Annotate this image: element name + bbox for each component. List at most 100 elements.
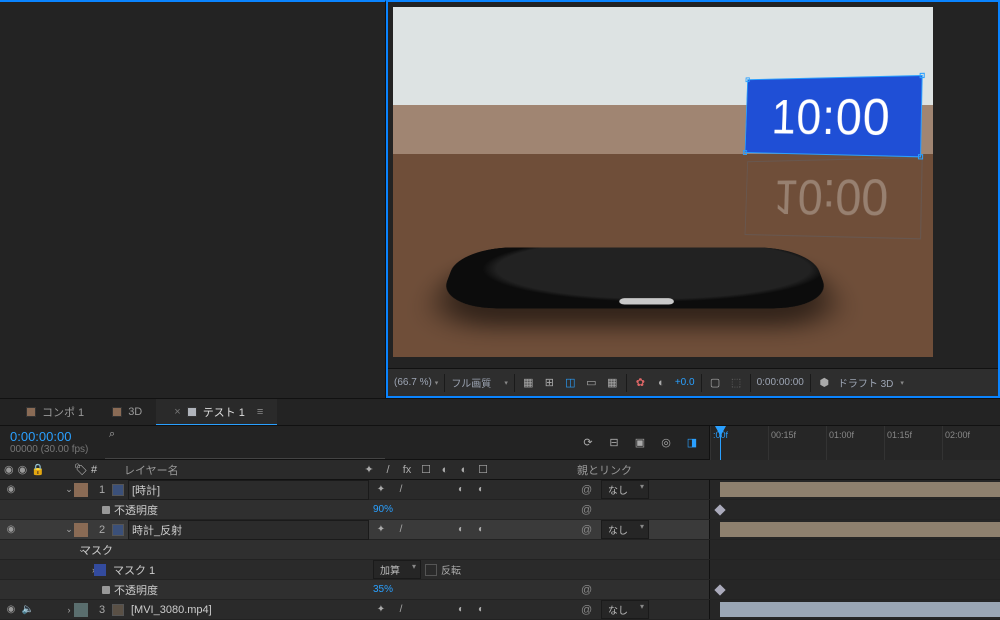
opacity-value[interactable]: 35% <box>373 584 393 595</box>
audio-icon[interactable]: 🔈 <box>21 603 35 617</box>
preview-canvas[interactable]: 10:00 10:00 <box>388 2 998 368</box>
lock-column-icon[interactable]: 🔒 <box>31 463 45 476</box>
zoom-dropdown[interactable]: (66.7 %)▾ <box>394 377 438 388</box>
switch-collapse[interactable]: / <box>393 603 409 616</box>
tab-3d[interactable]: 3D <box>98 399 156 425</box>
exposure-reset-icon[interactable]: ◐ <box>654 375 669 390</box>
parent-column[interactable]: 親とリンク <box>571 462 703 478</box>
transparency-icon[interactable]: ▦ <box>605 375 620 390</box>
mask-name[interactable]: マスク 1 <box>110 561 369 579</box>
visibility-icon[interactable]: ◉ <box>4 523 18 537</box>
keyframe-icon[interactable] <box>714 504 725 515</box>
switch-adjust[interactable]: ◐ <box>473 603 489 616</box>
switch-col-adjust[interactable]: ◐ <box>456 463 472 476</box>
renderer-dropdown[interactable]: ドラフト 3D▾ <box>838 375 904 390</box>
switch-col-frameblend[interactable]: ☐ <box>418 463 434 476</box>
stopwatch-icon[interactable] <box>102 506 110 514</box>
twirl-down-icon[interactable]: ⌄ <box>64 544 78 555</box>
parent-dropdown[interactable]: なし <box>601 600 649 619</box>
show-snapshot-icon[interactable]: ⬚ <box>729 375 744 390</box>
opacity-value[interactable]: 90% <box>373 504 393 515</box>
twirl-down-icon[interactable]: ⌄ <box>64 484 74 495</box>
keyframe-icon[interactable] <box>714 584 725 595</box>
switch-col-collapse[interactable]: / <box>380 463 396 476</box>
playhead[interactable] <box>720 426 721 460</box>
switch-adjust[interactable]: ◐ <box>473 523 489 536</box>
graph-editor-icon[interactable]: ◎ <box>657 434 675 452</box>
region-icon[interactable]: ▭ <box>584 375 599 390</box>
clock-layer[interactable]: 10:00 <box>745 75 923 157</box>
layer-search[interactable]: ⌕ <box>105 426 385 459</box>
handle-bl[interactable] <box>743 150 747 155</box>
layer-row[interactable]: ◉ ⌄ 1 [時計] ✦ / ◐ ◐ @ なし <box>0 480 1000 500</box>
pickwhip-icon[interactable]: @ <box>581 604 595 616</box>
switch-shy[interactable]: ✦ <box>373 603 389 616</box>
mask-toggle-icon[interactable]: ◫ <box>563 375 578 390</box>
frame-blend-icon[interactable]: ⊟ <box>605 434 623 452</box>
mask-invert-checkbox[interactable] <box>425 564 437 576</box>
layer-color-tag[interactable] <box>74 603 88 617</box>
switch-collapse[interactable]: / <box>393 483 409 496</box>
pickwhip-icon[interactable]: @ <box>581 504 595 516</box>
parent-dropdown[interactable]: なし <box>601 520 649 539</box>
layer-duration-bar[interactable] <box>720 482 1000 497</box>
handle-tr[interactable] <box>920 73 925 78</box>
layer-row[interactable]: ◉ ⌄ 2 時計_反射 ✦ / ◐ ◐ @ なし <box>0 520 1000 540</box>
switch-shy[interactable]: ✦ <box>373 523 389 536</box>
pickwhip-icon[interactable]: @ <box>581 484 595 496</box>
twirl-right-icon[interactable]: › <box>64 565 92 575</box>
mask-row[interactable]: › マスク 1 加算 反転 <box>0 560 1000 580</box>
switch-col-fx[interactable]: fx <box>399 463 415 476</box>
switch-moblur[interactable]: ◐ <box>453 603 469 616</box>
handle-tl[interactable] <box>746 77 750 82</box>
layer-color-tag[interactable] <box>74 483 88 497</box>
timeline-timecode[interactable]: 0:00:00:00 00000 (30.00 fps) <box>0 426 105 459</box>
snapshot-icon[interactable]: ▢ <box>708 375 723 390</box>
layer-row[interactable]: ◉🔈 › 3 [MVI_3080.mp4] ✦ / ◐ ◐ @ なし <box>0 600 1000 620</box>
switch-adjust[interactable]: ◐ <box>473 483 489 496</box>
quality-dropdown[interactable]: フル画質▾ <box>451 375 508 390</box>
pickwhip-icon[interactable]: @ <box>581 584 595 596</box>
switch-col-3d[interactable]: ☐ <box>475 463 491 476</box>
layer-duration-bar[interactable] <box>720 522 1000 537</box>
switch-moblur[interactable]: ◐ <box>453 523 469 536</box>
time-ruler[interactable]: :00f 00:15f 01:00f 01:15f 02:00f <box>709 426 1000 460</box>
parent-dropdown[interactable]: なし <box>601 480 649 499</box>
layer-name-field[interactable]: 時計_反射 <box>128 520 369 540</box>
visibility-icon[interactable]: ◉ <box>4 603 18 617</box>
switch-moblur[interactable]: ◐ <box>453 483 469 496</box>
pickwhip-icon[interactable]: @ <box>581 524 595 536</box>
exposure-value[interactable]: +0.0 <box>675 377 695 388</box>
property-row[interactable]: 不透明度 35% @ <box>0 580 1000 600</box>
layer-name-field[interactable]: [時計] <box>128 480 369 500</box>
shy-toggle-icon[interactable]: ⟳ <box>579 434 597 452</box>
label-column-icon[interactable]: 🏷 <box>74 464 88 476</box>
mask-color-icon[interactable] <box>94 564 106 576</box>
switch-col-shy[interactable]: ✦ <box>361 463 377 476</box>
grid-icon[interactable]: ▦ <box>521 375 536 390</box>
name-column[interactable]: レイヤー名 <box>104 462 351 478</box>
twirl-down-icon[interactable]: ⌄ <box>64 524 74 535</box>
motion-blur-icon[interactable]: ▣ <box>631 434 649 452</box>
timeline-snap-icon[interactable]: ◨ <box>683 434 701 452</box>
switch-col-moblur[interactable]: ◐ <box>437 463 453 476</box>
property-group-row[interactable]: ⌄ マスク <box>0 540 1000 560</box>
tab-test1[interactable]: ×テスト 1≡ <box>156 399 277 425</box>
switch-shy[interactable]: ✦ <box>373 483 389 496</box>
layer-color-tag[interactable] <box>74 523 88 537</box>
mask-mode-dropdown[interactable]: 加算 <box>373 560 421 579</box>
viewer-timecode[interactable]: 0:00:00:00 <box>757 377 804 388</box>
tab-comp1[interactable]: コンポ 1 <box>12 399 98 425</box>
stopwatch-icon[interactable] <box>102 586 110 594</box>
property-row[interactable]: 不透明度 90% @ <box>0 500 1000 520</box>
twirl-right-icon[interactable]: › <box>64 605 74 615</box>
solo-column-icon[interactable]: ◉ <box>18 463 28 476</box>
layer-duration-bar[interactable] <box>720 602 1000 617</box>
guides-icon[interactable]: ⊞ <box>542 375 557 390</box>
switch-collapse[interactable]: / <box>393 523 409 536</box>
color-mgmt-icon[interactable]: ✿ <box>633 375 648 390</box>
av-column-icon[interactable]: ◉ <box>4 463 14 476</box>
layer-name-field[interactable]: [MVI_3080.mp4] <box>128 603 369 617</box>
visibility-icon[interactable]: ◉ <box>4 483 18 497</box>
renderer-icon[interactable]: ⬢ <box>817 375 832 390</box>
